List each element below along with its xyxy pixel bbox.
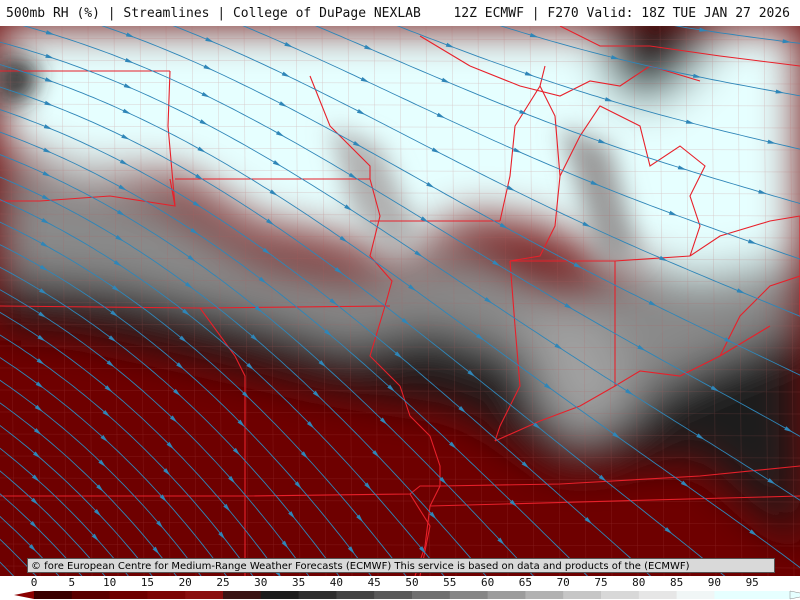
colorbar-tick-label: 90 [707,576,722,589]
colorbar-segment [185,591,224,599]
colorbar-segment [487,591,526,599]
colorbar-tick-label: 65 [518,576,533,589]
colorbar-tick-label: 20 [178,576,192,589]
rh-colorbar: 0 5 10 15 20 25 30 35 40 45 50 55 60 65 70 75 80 85 90 95 [0,576,800,600]
colorbar-tick-label: 50 [405,576,419,589]
colorbar-segment [714,591,753,599]
map-title-left: 500mb RH (%) | Streamlines | College of … [6,6,421,21]
colorbar-tick-label: 95 [745,576,759,589]
colorbar-tick-label: 10 [102,576,117,589]
colorbar-tick-label: 70 [556,576,570,589]
colorbar-segment [638,591,678,599]
map-title-right: 12Z ECMWF | F270 Valid: 18Z TUE JAN 27 2… [453,6,790,21]
colorbar-tick-label: 15 [140,576,155,589]
colorbar-segment [752,591,791,599]
colorbar-tick-label: 25 [216,576,230,589]
colorbar-tick-label: 80 [632,576,646,589]
colorbar-segment [147,591,186,599]
colorbar-segment [336,591,375,599]
map-header: 500mb RH (%) | Streamlines | College of … [0,0,800,26]
colorbar-segment [260,591,300,599]
colorbar-segment [676,591,715,599]
colorbar-segment [601,591,640,599]
colorbar-tick-label: 75 [594,576,608,589]
colorbar-segment [298,591,337,599]
colorbar-segment [109,591,148,599]
colorbar-tick-label: 55 [443,576,457,589]
colorbar-segment [223,591,262,599]
colorbar-tick-label: 0 [30,576,38,589]
colorbar-segment [412,591,451,599]
rh-streamline-map [0,26,800,576]
colorbar-segment [71,591,111,599]
colorbar-segment [525,591,564,599]
colorbar-max-arrow [789,590,800,600]
colorbar-segment [449,591,489,599]
colorbar-tick-label: 30 [254,576,268,589]
colorbar-tick-label: 60 [480,576,495,589]
colorbar-tick-label: 5 [68,576,76,589]
colorbar-tick-label: 35 [291,576,306,589]
colorbar-segment [34,591,73,599]
ecmwf-credit: © fore European Centre for Medium-Range … [27,558,775,573]
weather-map-page: 500mb RH (%) | Streamlines | College of … [0,0,800,600]
colorbar-tick-label: 40 [329,576,344,589]
colorbar-tick-label: 85 [669,576,684,589]
colorbar-tick-label: 45 [367,576,381,589]
colorbar-strip [14,590,800,600]
colorbar-min-arrow [14,591,34,599]
colorbar-segment [374,591,413,599]
colorbar-segment [563,591,602,599]
rh-field [0,26,800,576]
